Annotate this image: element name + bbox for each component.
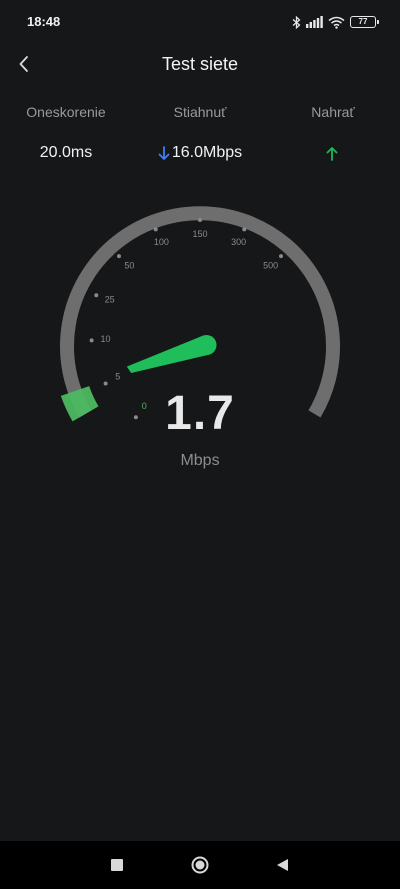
latency-label: Oneskorenie xyxy=(26,104,106,120)
gauge-tick-label: 100 xyxy=(154,237,169,247)
arrow-up-icon xyxy=(326,146,338,161)
wifi-icon xyxy=(328,16,345,29)
download-value: 16.0Mbps xyxy=(171,144,243,161)
status-bar: 18:48 77 xyxy=(0,0,400,44)
gauge-tick-dot xyxy=(153,227,158,232)
status-time: 18:48 xyxy=(27,14,61,29)
gauge-tick-label: 50 xyxy=(124,260,134,270)
current-speed: 1.7 xyxy=(165,387,235,440)
latency-stat: Oneskorenie 20.0ms xyxy=(16,104,116,163)
bluetooth-icon xyxy=(292,15,301,29)
status-icons: 77 xyxy=(292,13,379,31)
gauge-tick-dot xyxy=(279,254,283,259)
gauge-tick-dot xyxy=(198,218,202,222)
download-stat: Stiahnuť 16.0Mbps xyxy=(150,104,250,163)
upload-stat: Nahrať xyxy=(283,104,383,163)
gauge-tick-label: 25 xyxy=(105,295,115,305)
gauge-tick-label: 500 xyxy=(263,260,278,270)
gauge-tick-label: 10 xyxy=(100,334,110,344)
recents-button[interactable] xyxy=(105,853,129,877)
needle-tip xyxy=(196,335,217,355)
battery-level: 77 xyxy=(358,17,368,26)
download-label: Stiahnuť xyxy=(173,104,227,120)
battery-icon: 77 xyxy=(350,16,379,28)
home-button[interactable] xyxy=(188,853,212,877)
latency-value: 20.0ms xyxy=(39,144,93,161)
arrow-down-icon xyxy=(158,145,170,160)
system-nav-bar xyxy=(0,841,400,889)
gauge-needle xyxy=(126,335,210,373)
gauge-tick-dot xyxy=(117,254,121,259)
upload-label: Nahrať xyxy=(311,104,355,120)
gauge-tick-label: 5 xyxy=(115,372,120,382)
speed-unit: Mbps xyxy=(180,452,220,469)
gauge-tick-dot xyxy=(94,293,99,298)
signal-icon xyxy=(306,16,323,28)
square-icon xyxy=(111,859,123,871)
page-title: Test siete xyxy=(161,54,239,74)
gauge-tick-label: 300 xyxy=(231,237,246,247)
gauge-tick-dot xyxy=(242,227,247,232)
triangle-left-icon xyxy=(277,859,288,871)
gauge-tick-label: 150 xyxy=(192,229,207,239)
gauge-tick-dot xyxy=(89,338,94,343)
gauge-tick-dot xyxy=(103,381,108,386)
circle-icon xyxy=(191,856,209,874)
header: Test siete xyxy=(0,44,400,88)
nav-back-button[interactable] xyxy=(270,853,294,877)
